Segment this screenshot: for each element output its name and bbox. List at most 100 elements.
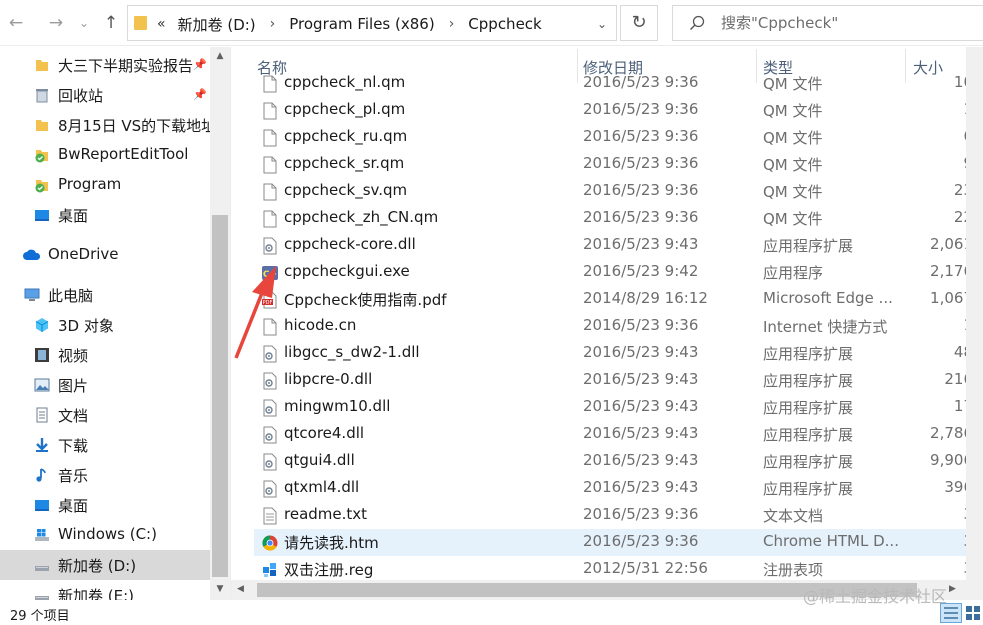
dll-icon	[263, 453, 277, 471]
nav-item-drive-e[interactable]: 新加卷 (E:)	[0, 580, 210, 600]
recycle-bin-icon	[36, 89, 48, 103]
table-row[interactable]: cppcheck-core.dll 2016/5/23 9:43 应用程序扩展 2,0…	[254, 232, 983, 259]
nav-item-documents[interactable]: 文档	[0, 400, 210, 430]
nav-item-recycle-bin[interactable]: 回收站 📌	[0, 80, 210, 110]
file-name: cppcheck_sr.qm	[284, 154, 405, 172]
file-list: 名称 修改日期 类型 大小 cppcheck_nl.qm 2016/5/23 9:…	[231, 47, 983, 600]
forward-button[interactable]: →	[44, 10, 68, 36]
nav-item-bwreport[interactable]: BwReportEditTool	[0, 140, 210, 170]
address-bar[interactable]: « 新加卷 (D:) › Program Files (x86) › Cppch…	[127, 5, 617, 41]
file-type: 文本文档	[763, 507, 824, 525]
file-date: 2016/5/23 9:36	[583, 208, 699, 226]
refresh-button[interactable]: ↻	[620, 5, 658, 41]
file-date: 2016/5/23 9:36	[583, 100, 699, 118]
table-row[interactable]: qtxml4.dll 2016/5/23 9:43 应用程序扩展 396	[254, 475, 983, 502]
file-date: 2014/8/29 16:12	[583, 289, 708, 307]
file-date: 2016/5/23 9:36	[583, 127, 699, 145]
nav-item-drive-d[interactable]: 新加卷 (D:)	[0, 550, 210, 580]
nav-item-quick-access[interactable]: 大三下半期实验报告 📌	[0, 50, 210, 80]
file-date: 2016/5/23 9:43	[583, 343, 699, 361]
item-count: 29 个项目	[10, 609, 70, 624]
nav-item-label: 视频	[58, 347, 89, 365]
file-date: 2016/5/23 9:36	[583, 154, 699, 172]
file-name: qtxml4.dll	[284, 478, 360, 496]
breadcrumb-item[interactable]: Cppcheck	[468, 15, 541, 33]
file-list-scrollbar[interactable]	[966, 47, 983, 600]
table-row[interactable]: cppcheck_zh_CN.qm 2016/5/23 9:36 QM 文件 22	[254, 205, 983, 232]
recent-locations-button[interactable]: ⌄	[72, 10, 96, 36]
breadcrumb-separator[interactable]: ›	[270, 16, 276, 32]
nav-item-pictures[interactable]: 图片	[0, 370, 210, 400]
breadcrumb-separator[interactable]: ›	[449, 16, 455, 32]
table-row[interactable]: libpcre-0.dll 2016/5/23 9:43 应用程序扩展 216	[254, 367, 983, 394]
file-type: 应用程序扩展	[763, 372, 854, 390]
search-box[interactable]	[672, 5, 983, 41]
documents-icon	[36, 407, 48, 423]
breadcrumb-item[interactable]: Program Files (x86)	[289, 15, 434, 33]
table-row[interactable]: libgcc_s_dw2-1.dll 2016/5/23 9:43 应用程序扩展 48	[254, 340, 983, 367]
dll-icon	[263, 399, 277, 417]
table-row[interactable]: readme.txt2016/5/23 9:36文本文档3	[254, 502, 983, 529]
breadcrumb-item[interactable]: 新加卷 (D:)	[178, 14, 256, 35]
cloud-icon	[23, 249, 41, 260]
table-row[interactable]: cppcheck_sv.qm 2016/5/23 9:36 QM 文件 23	[254, 178, 983, 205]
folder-icon	[134, 16, 147, 30]
navigation-pane: 大三下半期实验报告 📌 回收站 📌 8月15日 VS的下载地址 BwReport…	[0, 47, 210, 600]
scrollbar-thumb[interactable]	[212, 215, 228, 577]
text-file-icon	[263, 507, 277, 525]
file-type: Internet 快捷方式	[763, 318, 888, 336]
table-row[interactable]: mingwm10.dll 2016/5/23 9:43 应用程序扩展 17	[254, 394, 983, 421]
nav-item-videos[interactable]: 视频	[0, 340, 210, 370]
folder-icon	[36, 120, 48, 131]
music-icon	[36, 468, 46, 482]
nav-item-desktop-pc[interactable]: 桌面	[0, 490, 210, 520]
nav-pane-scrollbar[interactable]: ▲ ▼	[210, 47, 230, 600]
file-type: QM 文件	[763, 156, 823, 174]
chrome-icon	[262, 535, 278, 551]
table-row[interactable]: 请先读我.htm2016/5/23 9:36Chrome HTML D...3	[254, 529, 983, 556]
scroll-up-arrow-icon[interactable]: ▲	[214, 51, 226, 63]
nav-item-vs-download[interactable]: 8月15日 VS的下载地址	[0, 110, 210, 140]
nav-item-desktop[interactable]: 桌面	[0, 200, 210, 230]
nav-item-3d-objects[interactable]: 3D 对象	[0, 310, 210, 340]
address-toolbar: ← → ⌄ ↑ « 新加卷 (D:) › Program Files (x86)…	[0, 0, 983, 46]
search-input[interactable]	[721, 12, 971, 34]
nav-item-music[interactable]: 音乐	[0, 460, 210, 490]
file-date: 2016/5/23 9:36	[583, 73, 699, 91]
file-name: 请先读我.htm	[284, 534, 379, 552]
file-icon	[263, 183, 277, 201]
breadcrumb-overflow-button[interactable]: «	[157, 16, 166, 32]
table-row[interactable]: 双击注册.reg2012/5/31 22:56注册表项3	[254, 556, 983, 583]
file-name: cppcheck_ru.qm	[284, 127, 408, 145]
table-row[interactable]: qtcore4.dll 2016/5/23 9:43 应用程序扩展 2,786	[254, 421, 983, 448]
scroll-down-arrow-icon[interactable]: ▼	[214, 584, 226, 596]
nav-item-this-pc[interactable]: 此电脑	[0, 280, 210, 310]
file-date: 2016/5/23 9:43	[583, 235, 699, 253]
table-row[interactable]: cppcheck_sr.qm2016/5/23 9:36QM 文件9	[254, 151, 983, 178]
nav-item-program[interactable]: Program	[0, 170, 210, 200]
table-row[interactable]: hicode.cn2016/5/23 9:36Internet 快捷方式1	[254, 313, 983, 340]
nav-item-drive-c[interactable]: Windows (C:)	[0, 520, 210, 550]
details-view-icon[interactable]	[940, 603, 962, 623]
up-button[interactable]: ↑	[99, 10, 123, 36]
file-date: 2016/5/23 9:36	[583, 532, 699, 550]
nav-item-downloads[interactable]: 下载	[0, 430, 210, 460]
scroll-right-arrow-icon[interactable]: ▶	[949, 584, 961, 596]
nav-item-label: Windows (C:)	[58, 525, 157, 543]
drive-icon	[35, 566, 49, 571]
table-row[interactable]: cppcheck_nl.qm 2016/5/23 9:36 QM 文件 10	[254, 70, 983, 97]
address-dropdown-button[interactable]: ⌄	[592, 14, 612, 34]
back-button[interactable]: ←	[4, 10, 28, 36]
table-row[interactable]: qtgui4.dll 2016/5/23 9:43 应用程序扩展 9,906	[254, 448, 983, 475]
file-type: 应用程序扩展	[763, 480, 854, 498]
table-row[interactable]: cppcheck_pl.qm2016/5/23 9:36QM 文件1	[254, 97, 983, 124]
table-row[interactable]: C+cppcheckgui.exe2016/5/23 9:42应用程序2,176	[254, 259, 983, 286]
nav-item-onedrive[interactable]: OneDrive	[0, 240, 210, 270]
file-date: 2016/5/23 9:42	[583, 262, 699, 280]
file-type: 应用程序扩展	[763, 345, 854, 363]
scroll-left-arrow-icon[interactable]: ◀	[237, 584, 249, 596]
file-date: 2016/5/23 9:36	[583, 181, 699, 199]
table-row[interactable]: PDF Cppcheck使用指南.pdf 2014/8/29 16:12 Micros…	[254, 286, 983, 313]
large-icons-view-icon[interactable]	[962, 603, 983, 623]
table-row[interactable]: cppcheck_ru.qm2016/5/23 9:36QM 文件6	[254, 124, 983, 151]
